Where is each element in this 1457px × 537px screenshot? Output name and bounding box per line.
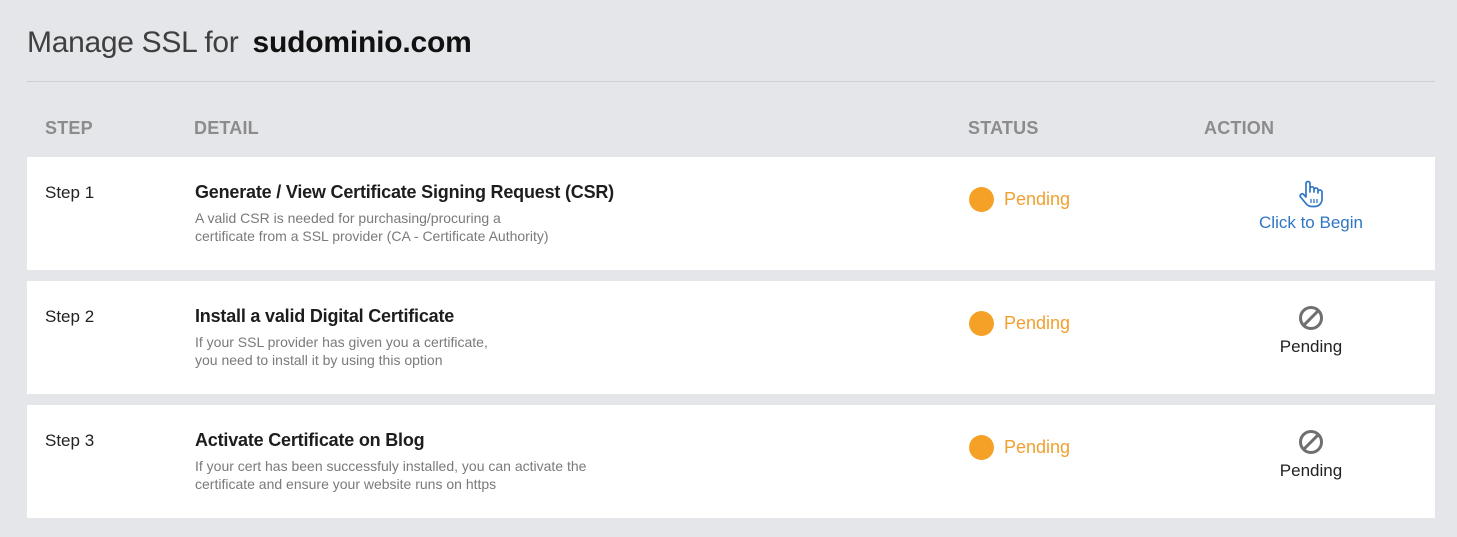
step-title: Generate / View Certificate Signing Requ… bbox=[195, 182, 614, 202]
step-label: Step 2 bbox=[45, 307, 95, 326]
action-status-label: Pending bbox=[1279, 337, 1343, 356]
status-text: Pending bbox=[1004, 189, 1071, 209]
status-indicator: Pending bbox=[969, 187, 1070, 212]
step-description-line: certificate from a SSL provider (CA - Ce… bbox=[195, 228, 549, 244]
prohibited-icon bbox=[1296, 303, 1326, 333]
action-status-label: Pending bbox=[1279, 461, 1343, 480]
click-to-begin-link[interactable]: Click to Begin bbox=[1259, 213, 1363, 233]
column-header-step: STEP bbox=[45, 118, 93, 138]
status-indicator: Pending bbox=[969, 311, 1070, 336]
step-description-line: you need to install it by using this opt… bbox=[195, 352, 443, 368]
ssl-manager-page: Manage SSL for sudominio.com STEP DETAIL… bbox=[0, 0, 1457, 537]
action-disabled: Pending bbox=[1231, 303, 1391, 357]
step-label: Step 1 bbox=[45, 183, 95, 202]
step-description-line: A valid CSR is needed for purchasing/pro… bbox=[195, 210, 501, 226]
status-dot-icon bbox=[969, 311, 994, 336]
status-indicator: Pending bbox=[969, 435, 1070, 460]
table-row-step-1: Step 1 Generate / View Certificate Signi… bbox=[27, 157, 1435, 270]
step-description: If your cert has been successfuly instal… bbox=[195, 457, 635, 493]
step-description-line: If your SSL provider has given you a cer… bbox=[195, 334, 488, 350]
column-header-action: ACTION bbox=[1204, 118, 1275, 138]
step-label: Step 3 bbox=[45, 431, 95, 450]
begin-step-1-button[interactable]: Click to Begin bbox=[1231, 179, 1391, 233]
step-description-line: If your cert has been successfuly instal… bbox=[195, 458, 587, 474]
action-disabled: Pending bbox=[1231, 427, 1391, 481]
page-title-prefix: Manage SSL for bbox=[27, 26, 239, 59]
step-title: Activate Certificate on Blog bbox=[195, 430, 425, 450]
table-row-step-3: Step 3 Activate Certificate on Blog If y… bbox=[27, 405, 1435, 518]
table-row-step-2: Step 2 Install a valid Digital Certifica… bbox=[27, 281, 1435, 394]
step-title: Install a valid Digital Certificate bbox=[195, 306, 455, 326]
column-header-status: STATUS bbox=[968, 118, 1039, 138]
step-description: A valid CSR is needed for purchasing/pro… bbox=[195, 209, 635, 245]
step-description-line: certificate and ensure your website runs… bbox=[195, 476, 497, 492]
status-dot-icon bbox=[969, 435, 994, 460]
prohibited-icon bbox=[1296, 427, 1326, 457]
step-description: If your SSL provider has given you a cer… bbox=[195, 333, 635, 369]
title-divider bbox=[27, 81, 1435, 82]
page-title: Manage SSL for sudominio.com bbox=[27, 26, 472, 66]
status-dot-icon bbox=[969, 187, 994, 212]
status-text: Pending bbox=[1004, 437, 1071, 457]
column-header-detail: DETAIL bbox=[194, 118, 259, 138]
status-text: Pending bbox=[1004, 313, 1071, 333]
hand-pointer-icon[interactable] bbox=[1296, 179, 1326, 209]
page-title-domain: sudominio.com bbox=[252, 26, 472, 59]
